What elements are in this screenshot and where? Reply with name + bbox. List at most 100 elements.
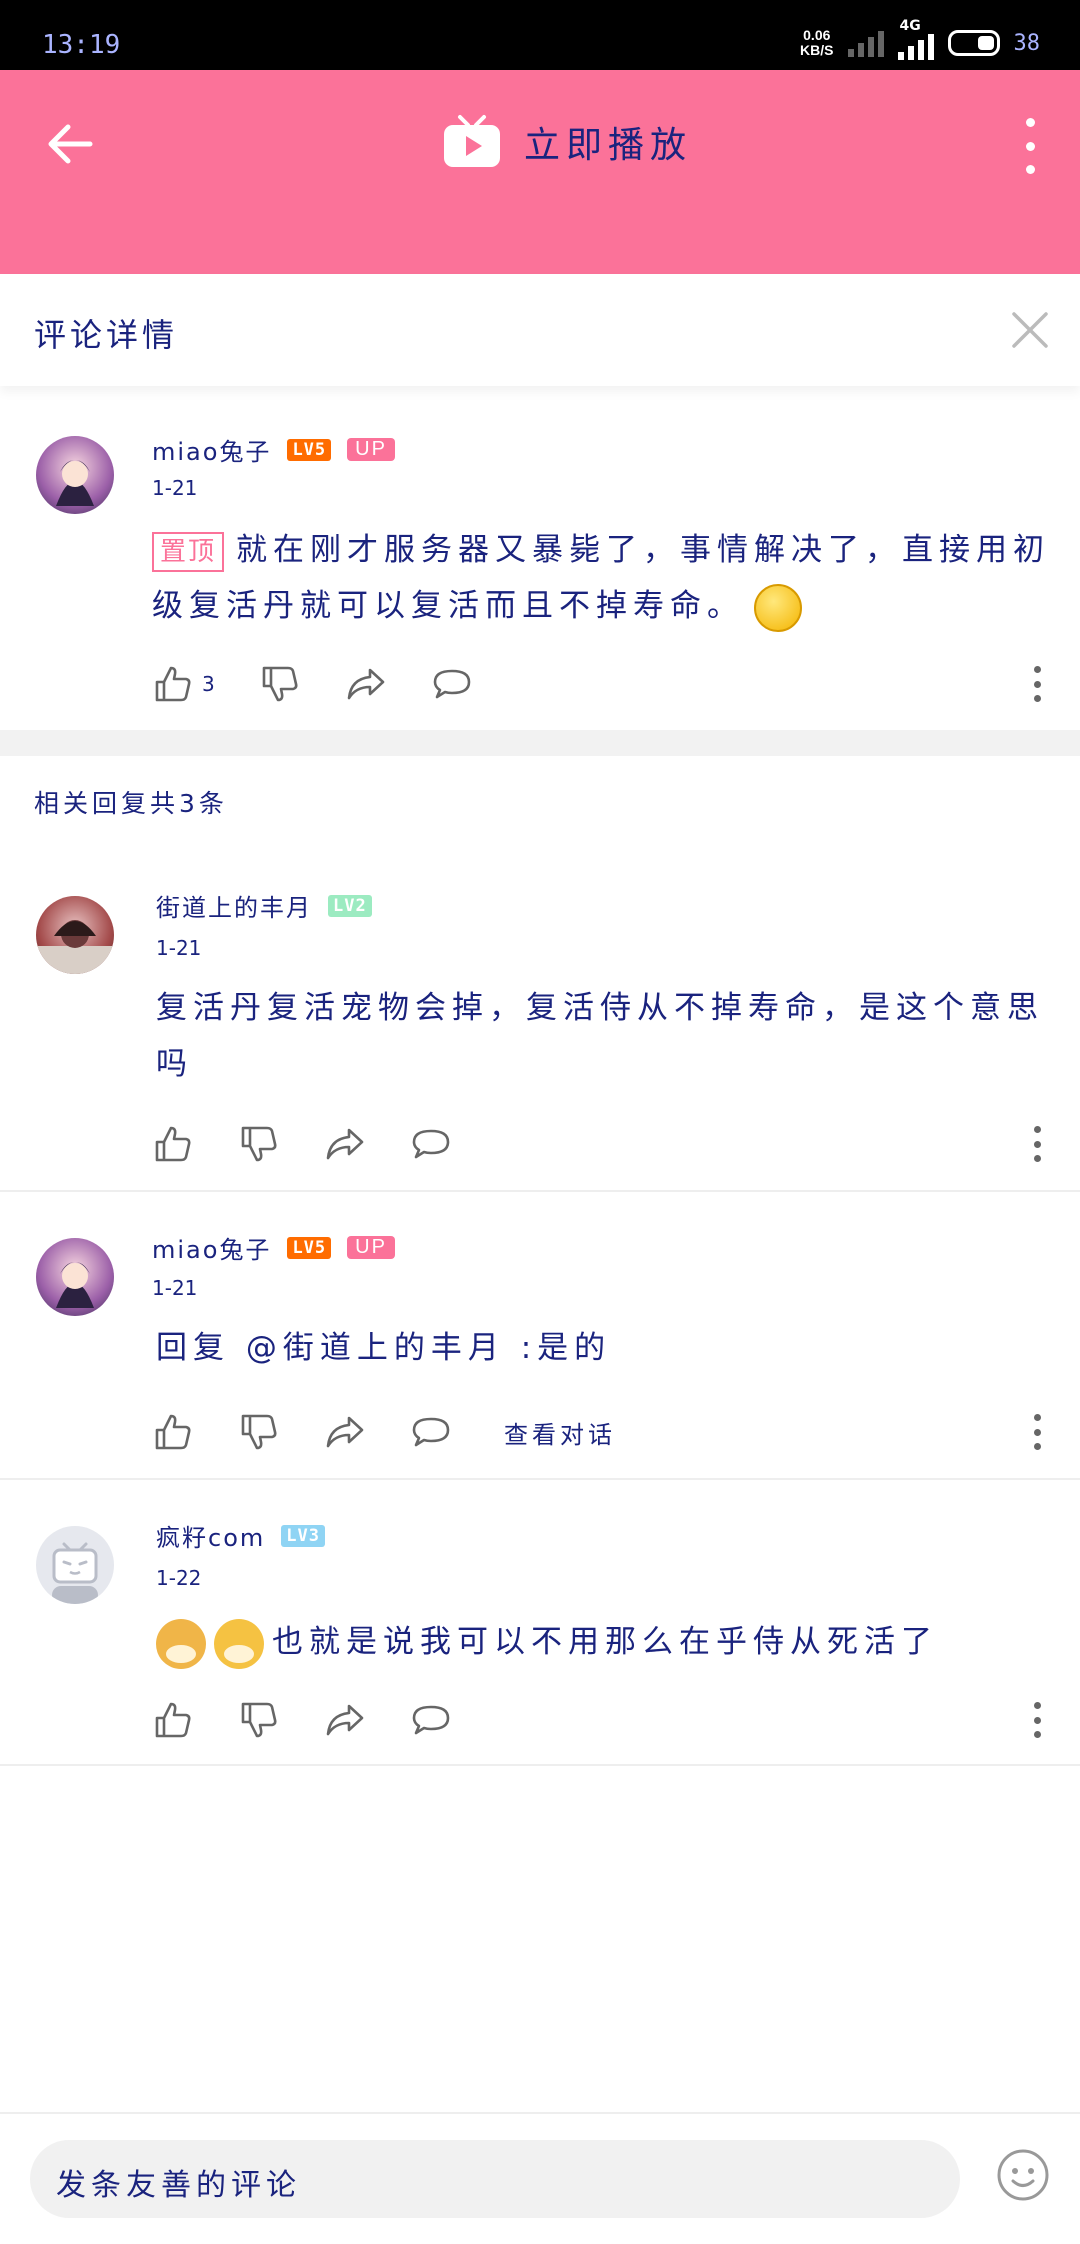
like-button[interactable] [152, 663, 194, 705]
dislike-button[interactable] [238, 1699, 280, 1741]
status-icons: 0.06 KB/S 4G 38 [800, 18, 1041, 60]
thumbs-down-icon [262, 666, 298, 702]
more-dot-icon [1033, 1140, 1041, 1148]
arrow-left-icon [48, 124, 93, 164]
play-now-button[interactable]: 立即播放 [442, 114, 692, 170]
divider [0, 1478, 1080, 1480]
doge-emoji-icon [156, 1618, 206, 1669]
thumbs-down-icon [241, 1414, 277, 1450]
more-dot-icon [1033, 1155, 1041, 1162]
like-button[interactable] [152, 1411, 194, 1453]
comment-text: 回复 @街道上的丰月 :是的 [156, 1330, 612, 1366]
header-title: 立即播放 [524, 125, 693, 166]
level-badge: LV5 [287, 438, 332, 461]
status-bar: 13:19 0.06 KB/S 4G 38 [0, 0, 1080, 70]
comment-actions: 查看对话 [152, 1410, 616, 1454]
comment-input-bar: 发条友善的评论 [0, 2112, 1080, 2244]
comment-text: 复活丹复活宠物会掉，复活侍从不掉寿命，是这个意思吗 [156, 990, 1044, 1082]
section-divider [0, 730, 1080, 756]
view-conversation-link[interactable]: 查看对话 [504, 1415, 616, 1450]
more-dot-icon [1025, 141, 1035, 151]
avatar[interactable] [36, 1238, 114, 1316]
username[interactable]: miao兔子 [152, 1230, 271, 1265]
more-dot-icon [1033, 1414, 1041, 1421]
detail-title: 评论详情 [34, 316, 179, 354]
replies-count-title: 相关回复共3条 [34, 789, 228, 818]
default-avatar-icon [52, 1542, 98, 1604]
thumbs-up-icon [155, 666, 191, 702]
level-badge: LV5 [287, 1236, 332, 1259]
comment-input[interactable]: 发条友善的评论 [30, 2140, 960, 2218]
comment-more-button[interactable] [1032, 1126, 1042, 1162]
dislike-button[interactable] [259, 663, 301, 705]
network-speed: 0.06 KB/S [800, 28, 833, 58]
thumbs-up-icon [155, 1702, 191, 1738]
comment-author: 疯籽com LV3 [156, 1518, 325, 1553]
comment-date: 1-21 [156, 936, 202, 960]
avatar-image [36, 920, 114, 974]
username[interactable]: 疯籽com [156, 1518, 265, 1553]
comment-detail-bar: 评论详情 [0, 274, 1080, 386]
cat-emoji-icon [214, 1618, 264, 1669]
avatar[interactable] [36, 1526, 114, 1604]
avatar[interactable] [36, 436, 114, 514]
reply-button[interactable] [410, 1411, 452, 1453]
level-badge: LV3 [281, 1524, 325, 1547]
up-badge: UP [347, 438, 395, 461]
more-dot-icon [1033, 1716, 1041, 1724]
comment-text: 置顶 就在刚才服务器又暴毙了，事情解决了，直接用初级复活丹就可以复活而且不掉寿命。 [152, 522, 1052, 634]
back-button[interactable] [40, 114, 100, 174]
thumbs-down-icon [241, 1126, 277, 1162]
share-button[interactable] [324, 1123, 366, 1165]
comment-more-button[interactable] [1032, 1414, 1042, 1450]
more-dot-icon [1033, 1428, 1041, 1436]
emoji-button[interactable] [996, 2148, 1050, 2202]
username[interactable]: 街道上的丰月 [156, 888, 312, 923]
share-button[interactable] [324, 1699, 366, 1741]
comment-bubble-icon [433, 669, 471, 699]
like-button[interactable] [152, 1699, 194, 1741]
comment-body: 也就是说我可以不用那么在乎侍从死活了 [272, 1624, 938, 1660]
username[interactable]: miao兔子 [152, 432, 271, 467]
comment-actions [152, 1698, 496, 1742]
thumbs-down-icon [241, 1702, 277, 1738]
avatar-image [56, 1262, 94, 1308]
reply-button[interactable] [410, 1699, 452, 1741]
share-icon [326, 1416, 364, 1448]
comment-bubble-icon [412, 1705, 450, 1735]
more-options-button[interactable] [1020, 118, 1040, 174]
share-button[interactable] [324, 1411, 366, 1453]
comment-input-placeholder: 发条友善的评论 [56, 2168, 301, 2203]
battery-level: 38 [1013, 30, 1041, 56]
dislike-button[interactable] [238, 1123, 280, 1165]
more-dot-icon [1025, 165, 1035, 174]
dislike-button[interactable] [238, 1411, 280, 1453]
network-speed-unit: KB/S [800, 42, 834, 58]
divider [0, 1190, 1080, 1192]
network-type: 4G [899, 18, 921, 34]
comment-author: miao兔子 LV5 UP [152, 1230, 395, 1265]
reply-button[interactable] [410, 1123, 452, 1165]
close-button[interactable] [1010, 310, 1050, 350]
comment-date: 1-21 [152, 476, 198, 500]
close-icon [1012, 312, 1048, 348]
comment-body: 就在刚才服务器又暴毙了，事情解决了，直接用初级复活丹就可以复活而且不掉寿命。 [152, 532, 1051, 624]
smiley-emoji-icon [754, 583, 802, 632]
more-dot-icon [1025, 118, 1035, 127]
like-count: 3 [202, 672, 215, 696]
comment-more-button[interactable] [1032, 1702, 1042, 1738]
share-button[interactable] [345, 663, 387, 705]
tv-icon [444, 115, 500, 167]
status-time: 13:19 [42, 30, 121, 60]
comment-more-button[interactable] [1032, 666, 1042, 702]
like-button[interactable] [152, 1123, 194, 1165]
reply-button[interactable] [431, 663, 473, 705]
more-dot-icon [1033, 1443, 1041, 1450]
divider [0, 1764, 1080, 1766]
battery-icon [947, 30, 1000, 56]
signal-icon [847, 29, 884, 57]
comment-author: miao兔子 LV5 UP [152, 432, 395, 467]
level-badge: LV2 [328, 894, 372, 917]
avatar[interactable] [36, 896, 114, 974]
up-badge: UP [347, 1236, 395, 1259]
